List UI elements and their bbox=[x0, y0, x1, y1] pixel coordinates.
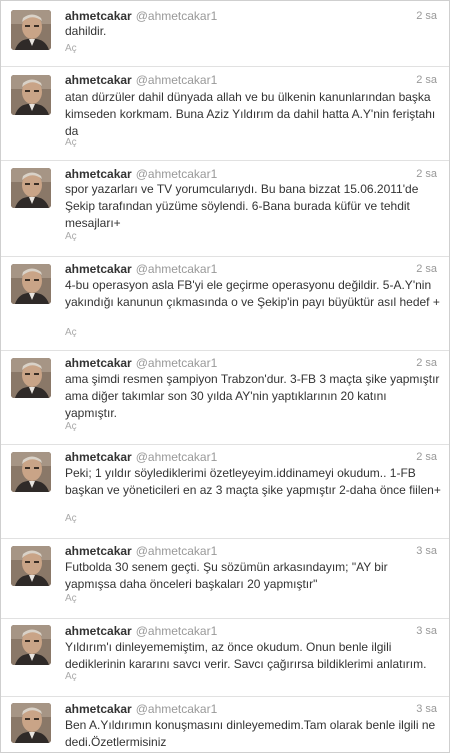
tweet-timestamp[interactable]: 2 sa bbox=[416, 263, 437, 275]
tweet-author-name[interactable]: ahmetcakar bbox=[65, 356, 132, 370]
avatar[interactable] bbox=[11, 264, 51, 304]
tweet-item[interactable]: ahmetcakar @ahmetcakar1 2 sa ama şimdi re… bbox=[1, 351, 449, 445]
avatar[interactable] bbox=[11, 75, 51, 115]
tweet-expand-link[interactable]: Aç bbox=[65, 137, 77, 148]
tweet-author-name[interactable]: ahmetcakar bbox=[65, 702, 132, 716]
tweet-author-handle[interactable]: @ahmetcakar1 bbox=[136, 167, 218, 181]
tweet-timestamp[interactable]: 2 sa bbox=[416, 74, 437, 86]
tweet-author-handle[interactable]: @ahmetcakar1 bbox=[136, 702, 218, 716]
tweet-author-handle[interactable]: @ahmetcakar1 bbox=[136, 624, 218, 638]
tweet-timestamp[interactable]: 2 sa bbox=[416, 10, 437, 22]
tweet-item[interactable]: ahmetcakar @ahmetcakar1 2 sa Peki; 1 yıld… bbox=[1, 445, 449, 539]
tweet-author-handle[interactable]: @ahmetcakar1 bbox=[136, 9, 218, 23]
tweet-timestamp[interactable]: 3 sa bbox=[416, 703, 437, 715]
tweet-author-name[interactable]: ahmetcakar bbox=[65, 9, 132, 23]
tweet-text: dahildir. bbox=[65, 24, 107, 38]
tweet-item[interactable]: ahmetcakar @ahmetcakar1 3 sa Yıldırım'ı d… bbox=[1, 619, 449, 697]
tweet-text: Peki; 1 yıldır söylediklerimi özetleyeyi… bbox=[65, 466, 441, 497]
tweet-text: Futbolda 30 senem geçti. Şu sözümün arka… bbox=[65, 560, 388, 591]
tweet-item[interactable]: ahmetcakar @ahmetcakar1 3 sa Futbolda 30 … bbox=[1, 539, 449, 619]
tweet-expand-link[interactable]: Aç bbox=[65, 593, 77, 604]
tweet-timestamp[interactable]: 2 sa bbox=[416, 451, 437, 463]
tweet-author-name[interactable]: ahmetcakar bbox=[65, 73, 132, 87]
tweet-item[interactable]: ahmetcakar @ahmetcakar1 3 sa Ben A.Yıldır… bbox=[1, 697, 449, 752]
tweet-item[interactable]: ahmetcakar @ahmetcakar1 2 sa 4-bu operasy… bbox=[1, 257, 449, 351]
tweet-timeline: ahmetcakar @ahmetcakar1 2 sa dahildir. Aç… bbox=[0, 0, 450, 753]
tweet-item[interactable]: ahmetcakar @ahmetcakar1 2 sa dahildir. Aç bbox=[1, 1, 449, 67]
avatar[interactable] bbox=[11, 358, 51, 398]
tweet-timestamp[interactable]: 3 sa bbox=[416, 625, 437, 637]
tweet-expand-link[interactable]: Aç bbox=[65, 231, 77, 242]
tweet-timestamp[interactable]: 2 sa bbox=[416, 357, 437, 369]
tweet-expand-link[interactable]: Aç bbox=[65, 513, 77, 524]
avatar[interactable] bbox=[11, 10, 51, 50]
tweet-timestamp[interactable]: 3 sa bbox=[416, 545, 437, 557]
tweet-author-name[interactable]: ahmetcakar bbox=[65, 450, 132, 464]
tweet-author-name[interactable]: ahmetcakar bbox=[65, 624, 132, 638]
tweet-text: Ben A.Yıldırımın konuşmasını dinleyemedi… bbox=[65, 718, 436, 749]
tweet-text: ama şimdi resmen şampiyon Trabzon'dur. 3… bbox=[65, 372, 440, 420]
tweet-author-name[interactable]: ahmetcakar bbox=[65, 544, 132, 558]
tweet-expand-link[interactable]: Aç bbox=[65, 421, 77, 432]
tweet-item[interactable]: ahmetcakar @ahmetcakar1 2 sa spor yazarla… bbox=[1, 161, 449, 257]
tweet-item[interactable]: ahmetcakar @ahmetcakar1 2 sa atan dürzüle… bbox=[1, 67, 449, 161]
avatar[interactable] bbox=[11, 703, 51, 743]
tweet-expand-link[interactable]: Aç bbox=[65, 43, 77, 54]
tweet-author-handle[interactable]: @ahmetcakar1 bbox=[136, 450, 218, 464]
avatar[interactable] bbox=[11, 546, 51, 586]
tweet-text: 4-bu operasyon asla FB'yi ele geçirme op… bbox=[65, 278, 440, 309]
avatar[interactable] bbox=[11, 452, 51, 492]
tweet-author-name[interactable]: ahmetcakar bbox=[65, 262, 132, 276]
tweet-author-name[interactable]: ahmetcakar bbox=[65, 167, 132, 181]
avatar[interactable] bbox=[11, 168, 51, 208]
tweet-text: Yıldırım'ı dinleyememiştim, az önce okud… bbox=[65, 640, 427, 671]
tweet-author-handle[interactable]: @ahmetcakar1 bbox=[136, 262, 218, 276]
tweet-author-handle[interactable]: @ahmetcakar1 bbox=[136, 356, 218, 370]
tweet-expand-link[interactable]: Aç bbox=[65, 671, 77, 682]
tweet-text: spor yazarları ve TV yorumcularıydı. Bu … bbox=[65, 182, 419, 230]
avatar[interactable] bbox=[11, 625, 51, 665]
tweet-timestamp[interactable]: 2 sa bbox=[416, 168, 437, 180]
tweet-author-handle[interactable]: @ahmetcakar1 bbox=[136, 73, 218, 87]
tweet-expand-link[interactable]: Aç bbox=[65, 327, 77, 338]
tweet-text: atan dürzüler dahil dünyada allah ve bu … bbox=[65, 90, 436, 138]
tweet-author-handle[interactable]: @ahmetcakar1 bbox=[136, 544, 218, 558]
